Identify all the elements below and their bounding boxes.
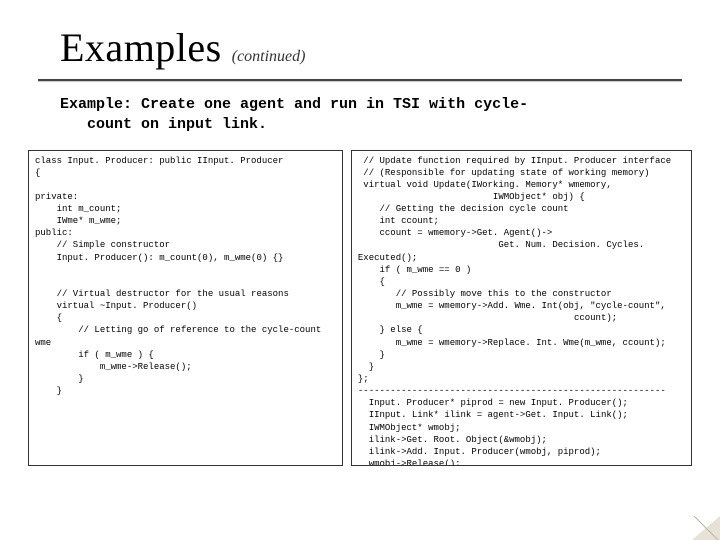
example-caption: Example: Create one agent and run in TSI…: [60, 95, 660, 136]
title-row: Examples (continued): [60, 24, 720, 71]
code-left: class Input. Producer: public IInput. Pr…: [35, 155, 336, 398]
title-main: Examples: [60, 24, 222, 71]
slide: Examples (continued) Example: Create one…: [0, 0, 720, 540]
code-box-left: class Input. Producer: public IInput. Pr…: [28, 150, 343, 466]
page-curl-icon: [690, 514, 720, 540]
divider: [38, 79, 682, 81]
code-box-right: // Update function required by IInput. P…: [351, 150, 692, 466]
title-subtitle: (continued): [232, 48, 306, 66]
code-columns: class Input. Producer: public IInput. Pr…: [28, 150, 692, 466]
code-right: // Update function required by IInput. P…: [358, 155, 685, 466]
